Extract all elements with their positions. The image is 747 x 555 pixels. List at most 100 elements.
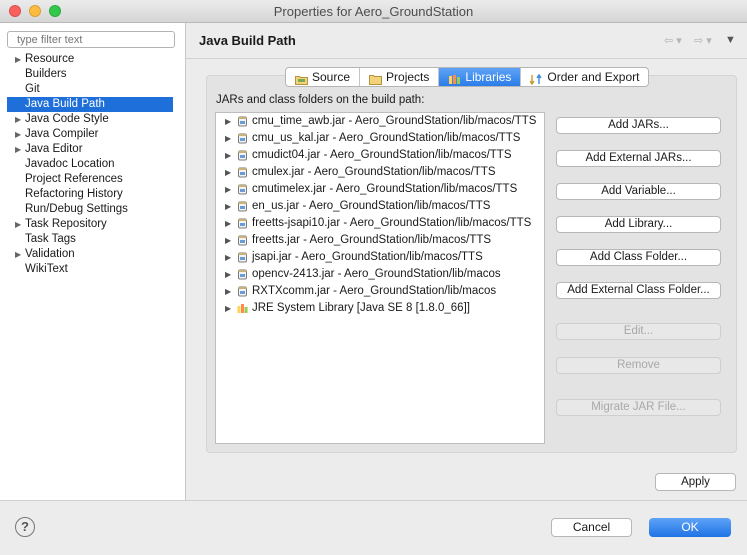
sidebar-item-resource[interactable]: ▶ Resource: [0, 52, 185, 67]
sidebar-item-label: Git: [25, 83, 40, 95]
library-entry-label: freetts-jsapi10.jar - Aero_GroundStation…: [252, 217, 532, 229]
tab-projects[interactable]: Projects: [360, 68, 440, 86]
expand-arrow-icon[interactable]: ▶: [225, 113, 231, 130]
tab-label: Source: [312, 70, 351, 84]
add-variable-button[interactable]: Add Variable...: [556, 183, 721, 200]
libraries-list[interactable]: ▶ cmu_time_awb.jar - Aero_GroundStation/l…: [215, 112, 545, 444]
library-entry-label: freetts.jar - Aero_GroundStation/lib/mac…: [252, 234, 492, 246]
back-icon[interactable]: ⇦ ▾: [664, 34, 682, 47]
sidebar-item-git[interactable]: Git: [0, 82, 185, 97]
help-icon[interactable]: ?: [15, 517, 35, 537]
sidebar-item-label: Task Tags: [25, 233, 76, 245]
library-entry-label: cmu_time_awb.jar - Aero_GroundStation/li…: [252, 115, 537, 127]
projects-folder-icon: [369, 72, 383, 85]
sidebar-item-project-references[interactable]: Project References: [0, 172, 185, 187]
jar-icon: [237, 184, 248, 195]
add-external-class-folder-button[interactable]: Add External Class Folder...: [556, 282, 721, 299]
library-entry[interactable]: ▶ RXTXcomm.jar - Aero_GroundStation/lib/m…: [216, 283, 544, 300]
sidebar-item-label: Java Code Style: [25, 113, 109, 125]
libraries-label: JARs and class folders on the build path…: [216, 94, 425, 106]
order-export-icon: [529, 72, 543, 85]
expand-arrow-icon[interactable]: ▶: [225, 164, 231, 181]
title-bar: Properties for Aero_GroundStation: [0, 0, 747, 23]
expand-arrow-icon[interactable]: ▶: [225, 198, 231, 215]
expand-arrow-icon[interactable]: ▶: [15, 112, 21, 127]
apply-button[interactable]: Apply: [655, 473, 736, 491]
tab-label: Order and Export: [547, 70, 640, 84]
sidebar-item-java-editor[interactable]: ▶ Java Editor: [0, 142, 185, 157]
library-entry-label: cmudict04.jar - Aero_GroundStation/lib/m…: [252, 149, 512, 161]
expand-arrow-icon[interactable]: ▶: [225, 232, 231, 249]
jar-icon: [237, 150, 248, 161]
library-entry-label: cmutimelex.jar - Aero_GroundStation/lib/…: [252, 183, 518, 195]
library-icon: [237, 303, 248, 314]
libraries-icon: [448, 72, 461, 84]
expand-arrow-icon[interactable]: ▶: [225, 249, 231, 266]
sidebar-item-wikitext[interactable]: WikiText: [0, 262, 185, 277]
preference-sidebar: ▶ Resource Builders Git Java Build Path ▶ Java…: [0, 23, 186, 500]
tab-source[interactable]: Source: [286, 68, 361, 86]
add-library-button[interactable]: Add Library...: [556, 216, 721, 233]
sidebar-item-task-tags[interactable]: Task Tags: [0, 232, 185, 247]
tab-libraries[interactable]: Libraries: [439, 68, 522, 86]
sidebar-item-refactoring-history[interactable]: Refactoring History: [0, 187, 185, 202]
expand-arrow-icon[interactable]: ▶: [225, 147, 231, 164]
sidebar-item-builders[interactable]: Builders: [0, 67, 185, 82]
sidebar-item-label: WikiText: [25, 263, 68, 275]
expand-arrow-icon[interactable]: ▶: [225, 215, 231, 232]
library-entry[interactable]: ▶ cmudict04.jar - Aero_GroundStation/lib/…: [216, 147, 544, 164]
library-entry[interactable]: ▶ opencv-2413.jar - Aero_GroundStation/li…: [216, 266, 544, 283]
library-entry-label: cmu_us_kal.jar - Aero_GroundStation/lib/…: [252, 132, 521, 144]
tab-bar: Source Projects Libraries Order and Export: [285, 67, 650, 87]
page-header: Java Build Path ⇦ ▾ ⇨ ▾ ▼: [186, 23, 747, 59]
library-entry[interactable]: ▶ cmu_time_awb.jar - Aero_GroundStation/l…: [216, 113, 544, 130]
library-entry[interactable]: ▶ freetts-jsapi10.jar - Aero_GroundStatio…: [216, 215, 544, 232]
tab-order-and-export[interactable]: Order and Export: [521, 68, 648, 86]
expand-arrow-icon[interactable]: ▶: [225, 130, 231, 147]
library-entry-label: jsapi.jar - Aero_GroundStation/lib/macos…: [252, 251, 483, 263]
expand-arrow-icon[interactable]: ▶: [15, 142, 21, 157]
filter-input[interactable]: [7, 31, 175, 48]
sidebar-item-task-repository[interactable]: ▶ Task Repository: [0, 217, 185, 232]
expand-arrow-icon[interactable]: ▶: [225, 283, 231, 300]
page-title: Java Build Path: [199, 33, 296, 48]
forward-icon[interactable]: ⇨ ▾: [694, 34, 712, 47]
sidebar-item-label: Java Editor: [25, 143, 83, 155]
library-entry-label: en_us.jar - Aero_GroundStation/lib/macos…: [252, 200, 491, 212]
sidebar-item-javadoc-location[interactable]: Javadoc Location: [0, 157, 185, 172]
remove-button[interactable]: Remove: [556, 357, 721, 374]
library-entry[interactable]: ▶ en_us.jar - Aero_GroundStation/lib/maco…: [216, 198, 544, 215]
add-external-jars-button[interactable]: Add External JARs...: [556, 150, 721, 167]
edit-button[interactable]: Edit...: [556, 323, 721, 340]
library-entry[interactable]: ▶ cmu_us_kal.jar - Aero_GroundStation/lib…: [216, 130, 544, 147]
expand-arrow-icon[interactable]: ▶: [225, 300, 231, 317]
library-entry[interactable]: ▶ jsapi.jar - Aero_GroundStation/lib/maco…: [216, 249, 544, 266]
library-entry[interactable]: ▶ cmulex.jar - Aero_GroundStation/lib/mac…: [216, 164, 544, 181]
sidebar-item-java-compiler[interactable]: ▶ Java Compiler: [0, 127, 185, 142]
view-menu-icon[interactable]: ▼: [725, 34, 736, 46]
library-entry-label: JRE System Library [Java SE 8 [1.8.0_66]…: [252, 302, 470, 314]
sidebar-item-label: Task Repository: [25, 218, 107, 230]
library-entry[interactable]: ▶ freetts.jar - Aero_GroundStation/lib/ma…: [216, 232, 544, 249]
migrate-jar-button[interactable]: Migrate JAR File...: [556, 399, 721, 416]
expand-arrow-icon[interactable]: ▶: [225, 266, 231, 283]
expand-arrow-icon[interactable]: ▶: [225, 181, 231, 198]
sidebar-item-java-build-path[interactable]: Java Build Path: [7, 97, 173, 112]
library-entry[interactable]: ▶ cmutimelex.jar - Aero_GroundStation/lib…: [216, 181, 544, 198]
sidebar-item-run-debug-settings[interactable]: Run/Debug Settings: [0, 202, 185, 217]
library-entry-label: opencv-2413.jar - Aero_GroundStation/lib…: [252, 268, 501, 280]
add-jars-button[interactable]: Add JARs...: [556, 117, 721, 134]
add-class-folder-button[interactable]: Add Class Folder...: [556, 249, 721, 266]
tab-label: Projects: [386, 70, 430, 84]
cancel-button[interactable]: Cancel: [551, 518, 632, 537]
expand-arrow-icon[interactable]: ▶: [15, 127, 21, 142]
library-entry[interactable]: ▶ JRE System Library [Java SE 8 [1.8.0_66…: [216, 300, 544, 317]
expand-arrow-icon[interactable]: ▶: [15, 52, 21, 67]
footer-divider: [0, 500, 747, 501]
sidebar-item-java-code-style[interactable]: ▶ Java Code Style: [0, 112, 185, 127]
ok-button[interactable]: OK: [649, 518, 731, 537]
sidebar-item-validation[interactable]: ▶ Validation: [0, 247, 185, 262]
sidebar-item-label: Validation: [25, 248, 75, 260]
expand-arrow-icon[interactable]: ▶: [15, 217, 21, 232]
expand-arrow-icon[interactable]: ▶: [15, 247, 21, 262]
